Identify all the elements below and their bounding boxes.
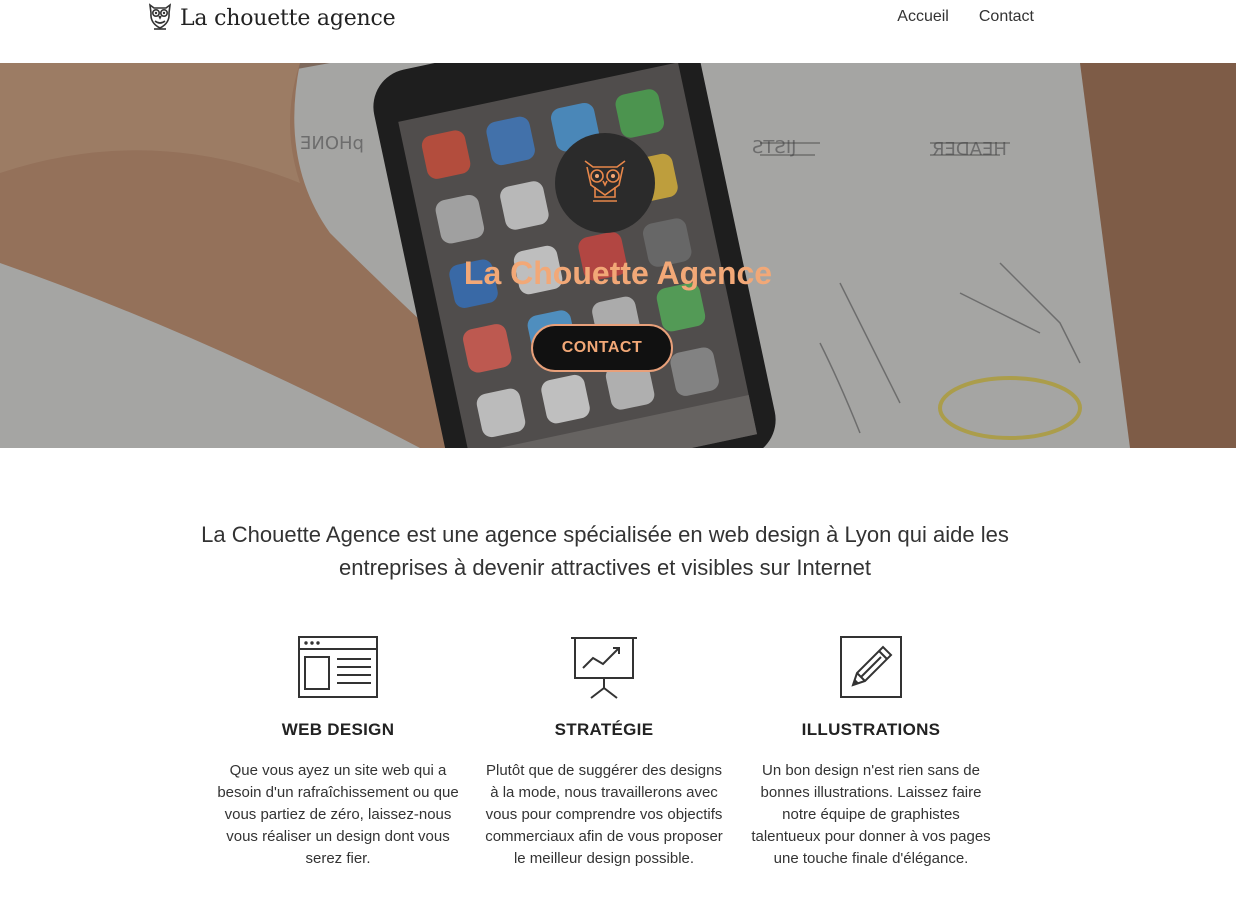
hero-owl-badge (555, 133, 655, 233)
site-logo[interactable]: La chouette agence (146, 0, 396, 36)
service-title: WEB DESIGN (281, 720, 395, 739)
site-header: La chouette agence Accueil Contact (0, 0, 1236, 63)
hero-banner: ƧTƧIJ ЯƎᗡAƎH ƎИOHq La Chouette Agence CO… (0, 63, 1236, 448)
logo-text: La chouette agence (180, 5, 396, 31)
service-description: Un bon design n'est rien sans de bonnes … (751, 762, 991, 867)
presentation-chart-icon (474, 632, 734, 702)
service-web-design: WEB DESIGN Que vous ayez un site web qui… (208, 632, 468, 870)
hero-contact-button[interactable]: CONTACT (531, 324, 673, 372)
service-description: Que vous ayez un site web qui a besoin d… (217, 762, 459, 867)
browser-icon (208, 632, 468, 702)
pencil-icon (741, 632, 1001, 702)
intro-text: La Chouette Agence est une agence spécia… (201, 522, 1009, 580)
owl-logo-icon (146, 1, 174, 36)
service-description: Plutôt que de suggérer des designs à la … (485, 762, 723, 867)
owl-emblem-icon (577, 153, 633, 214)
nav-item-contact[interactable]: Contact (979, 8, 1034, 26)
service-strategie: STRATÉGIE Plutôt que de suggérer des des… (474, 632, 734, 870)
main-nav: Accueil Contact (897, 8, 1034, 26)
nav-item-accueil[interactable]: Accueil (897, 8, 949, 26)
service-title: ILLUSTRATIONS (801, 720, 941, 739)
hero-title: La Chouette Agence (463, 255, 773, 291)
service-illustrations: ILLUSTRATIONS Un bon design n'est rien s… (741, 632, 1001, 870)
service-title: STRATÉGIE (554, 720, 654, 739)
